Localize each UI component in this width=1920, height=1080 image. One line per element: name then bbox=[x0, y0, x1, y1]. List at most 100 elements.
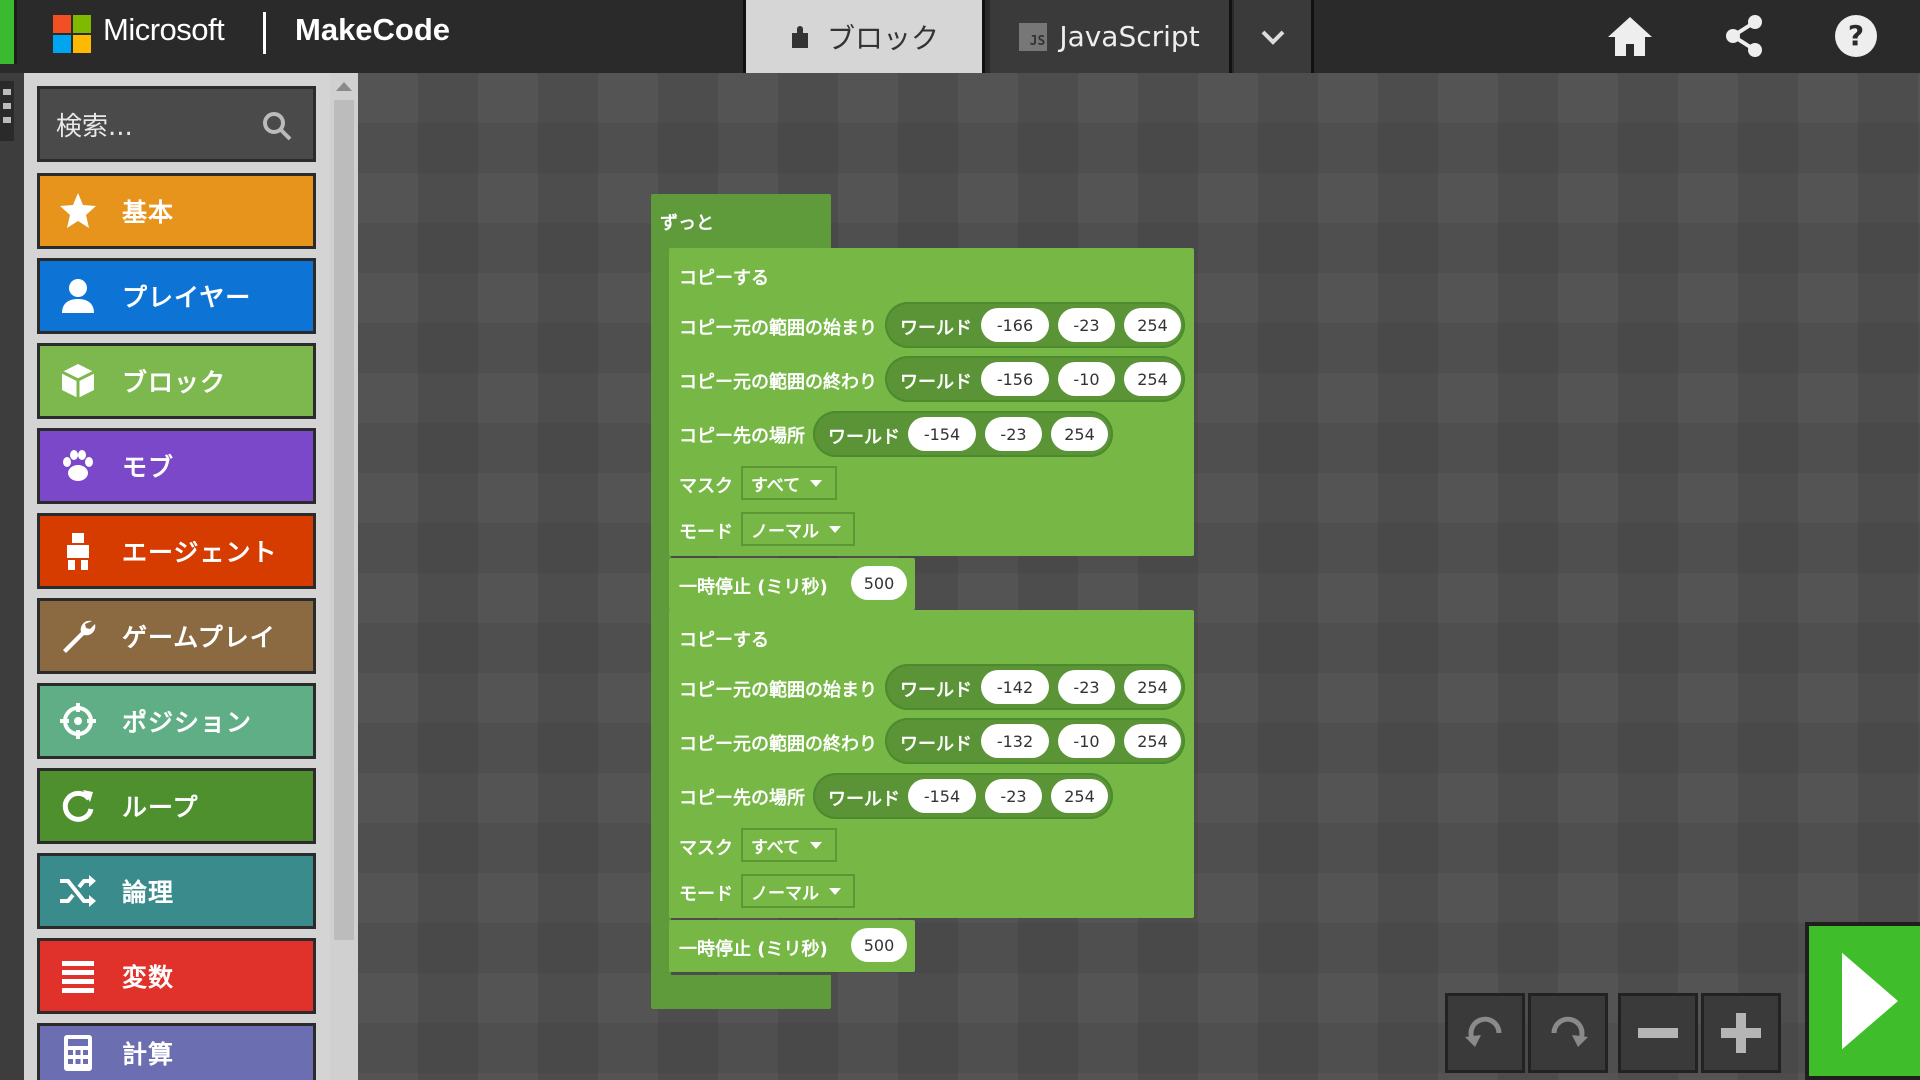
zoom-out-button[interactable] bbox=[1618, 993, 1698, 1073]
coordinate-x-input[interactable]: -142 bbox=[981, 670, 1049, 704]
redo-button[interactable] bbox=[1528, 993, 1608, 1073]
coordinate-y-input[interactable]: -10 bbox=[1058, 724, 1115, 758]
redo-icon bbox=[1551, 1016, 1588, 1047]
undo-icon bbox=[1465, 1016, 1502, 1047]
category-position[interactable]: ポジション bbox=[37, 683, 316, 759]
mask-dropdown[interactable]: すべて bbox=[741, 466, 837, 500]
category-mobs[interactable]: モブ bbox=[37, 428, 316, 504]
world-label: ワールド bbox=[900, 680, 972, 701]
category-logic[interactable]: 論理 bbox=[37, 853, 316, 929]
coordinate-y-input[interactable]: -23 bbox=[1058, 308, 1115, 342]
world-label: ワールド bbox=[900, 372, 972, 393]
tab-javascript[interactable]: JS JavaScript bbox=[990, 0, 1232, 73]
svg-text:?: ? bbox=[1848, 19, 1864, 52]
mask-label: マスク bbox=[679, 838, 733, 859]
category-blocks[interactable]: ブロック bbox=[37, 343, 316, 419]
toolbox: 基本 プレイヤー ブロック モブ エージェント ゲームプレイ ポジション ループ… bbox=[24, 73, 358, 1080]
cube-icon bbox=[54, 357, 102, 405]
share-icon bbox=[1726, 15, 1762, 57]
person-icon bbox=[54, 272, 102, 320]
minus-icon bbox=[1638, 1028, 1678, 1038]
play-icon bbox=[1829, 951, 1898, 1051]
category-label: ブロック bbox=[122, 368, 227, 397]
category-player[interactable]: プレイヤー bbox=[37, 258, 316, 334]
coordinate-y-input[interactable]: -23 bbox=[985, 417, 1042, 451]
pause-ms-input[interactable]: 500 bbox=[851, 566, 907, 600]
clone-row-label: コピー先の場所 bbox=[679, 426, 805, 447]
coordinate-x-input[interactable]: -132 bbox=[981, 724, 1049, 758]
clone-block[interactable] bbox=[669, 610, 1194, 918]
zoom-in-button[interactable] bbox=[1701, 993, 1781, 1073]
tab-javascript-label: JavaScript bbox=[1059, 20, 1200, 53]
coordinate-x-input[interactable]: -156 bbox=[981, 362, 1049, 396]
category-agent[interactable]: エージェント bbox=[37, 513, 316, 589]
clone-label: コピーする bbox=[679, 268, 769, 289]
search-box[interactable] bbox=[37, 86, 316, 162]
mode-value: ノーマル bbox=[751, 521, 819, 542]
category-label: ポジション bbox=[122, 708, 253, 737]
category-label: エージェント bbox=[122, 538, 278, 567]
coordinate-y-input[interactable]: -23 bbox=[1058, 670, 1115, 704]
coordinate-y-input[interactable]: -23 bbox=[985, 779, 1042, 813]
mode-label: モード bbox=[679, 522, 733, 543]
category-label: 計算 bbox=[122, 1040, 175, 1069]
menu-handle-icon[interactable] bbox=[0, 81, 14, 141]
run-button[interactable] bbox=[1805, 922, 1920, 1080]
category-label: 変数 bbox=[122, 963, 175, 992]
mask-dropdown[interactable]: すべて bbox=[741, 828, 837, 862]
puzzle-icon bbox=[791, 25, 808, 48]
coordinate-z-input[interactable]: 254 bbox=[1051, 779, 1108, 813]
search-input[interactable] bbox=[54, 109, 258, 145]
dropdown-arrow-icon bbox=[829, 525, 841, 533]
category-basic[interactable]: 基本 bbox=[37, 173, 316, 249]
chevron-down-icon bbox=[1261, 30, 1284, 45]
coordinate-z-input[interactable]: 254 bbox=[1124, 724, 1181, 758]
product-name[interactable]: MakeCode bbox=[295, 12, 450, 48]
category-label: ゲームプレイ bbox=[122, 623, 276, 652]
scroll-up-arrow-icon[interactable] bbox=[336, 82, 352, 91]
js-icon: JS bbox=[1019, 22, 1048, 51]
coordinate-x-input[interactable]: -166 bbox=[981, 308, 1049, 342]
block-workspace[interactable] bbox=[358, 73, 1920, 1080]
mode-label: モード bbox=[679, 884, 733, 905]
mode-dropdown[interactable]: ノーマル bbox=[741, 512, 855, 546]
coordinate-z-input[interactable]: 254 bbox=[1124, 670, 1181, 704]
category-gameplay[interactable]: ゲームプレイ bbox=[37, 598, 316, 674]
clone-row-label: コピー元の範囲の始まり bbox=[679, 318, 877, 339]
pause-label: 一時停止 (ミリ秒) bbox=[679, 577, 828, 598]
paw-icon bbox=[54, 442, 102, 490]
share-button[interactable] bbox=[1718, 10, 1770, 62]
coordinate-x-input[interactable]: -154 bbox=[908, 779, 976, 813]
mask-value: すべて bbox=[751, 475, 801, 496]
editor-dropdown-button[interactable] bbox=[1234, 0, 1314, 73]
help-button[interactable]: ? bbox=[1830, 10, 1882, 62]
clone-block[interactable] bbox=[669, 248, 1194, 556]
coordinate-y-input[interactable]: -10 bbox=[1058, 362, 1115, 396]
undo-button[interactable] bbox=[1445, 993, 1525, 1073]
coordinate-z-input[interactable]: 254 bbox=[1051, 417, 1108, 451]
forever-label: ずっと bbox=[660, 213, 714, 234]
coordinate-z-input[interactable]: 254 bbox=[1124, 362, 1181, 396]
mode-dropdown[interactable]: ノーマル bbox=[741, 874, 855, 908]
plus-icon bbox=[1721, 1013, 1761, 1053]
coordinate-x-input[interactable]: -154 bbox=[908, 417, 976, 451]
category-variables[interactable]: 変数 bbox=[37, 938, 316, 1014]
clone-row-label: コピー元の範囲の終わり bbox=[679, 372, 877, 393]
clone-row-label: コピー元の範囲の始まり bbox=[679, 680, 877, 701]
star-icon bbox=[54, 187, 102, 235]
coordinate-z-input[interactable]: 254 bbox=[1124, 308, 1181, 342]
brand-divider bbox=[263, 12, 266, 54]
toolbox-scrollbar-thumb[interactable] bbox=[334, 100, 354, 940]
forever-block-arm bbox=[651, 248, 671, 1008]
crosshair-icon bbox=[54, 697, 102, 745]
microsoft-logo bbox=[53, 15, 91, 53]
category-label: 論理 bbox=[122, 878, 175, 907]
tab-blocks[interactable]: ブロック bbox=[743, 0, 985, 76]
mask-label: マスク bbox=[679, 476, 733, 497]
category-loops[interactable]: ループ bbox=[37, 768, 316, 844]
home-button[interactable] bbox=[1604, 10, 1656, 62]
pause-ms-input[interactable]: 500 bbox=[851, 928, 907, 962]
category-math[interactable]: 計算 bbox=[37, 1023, 316, 1080]
search-icon[interactable] bbox=[260, 109, 294, 143]
category-label: 基本 bbox=[122, 198, 175, 227]
